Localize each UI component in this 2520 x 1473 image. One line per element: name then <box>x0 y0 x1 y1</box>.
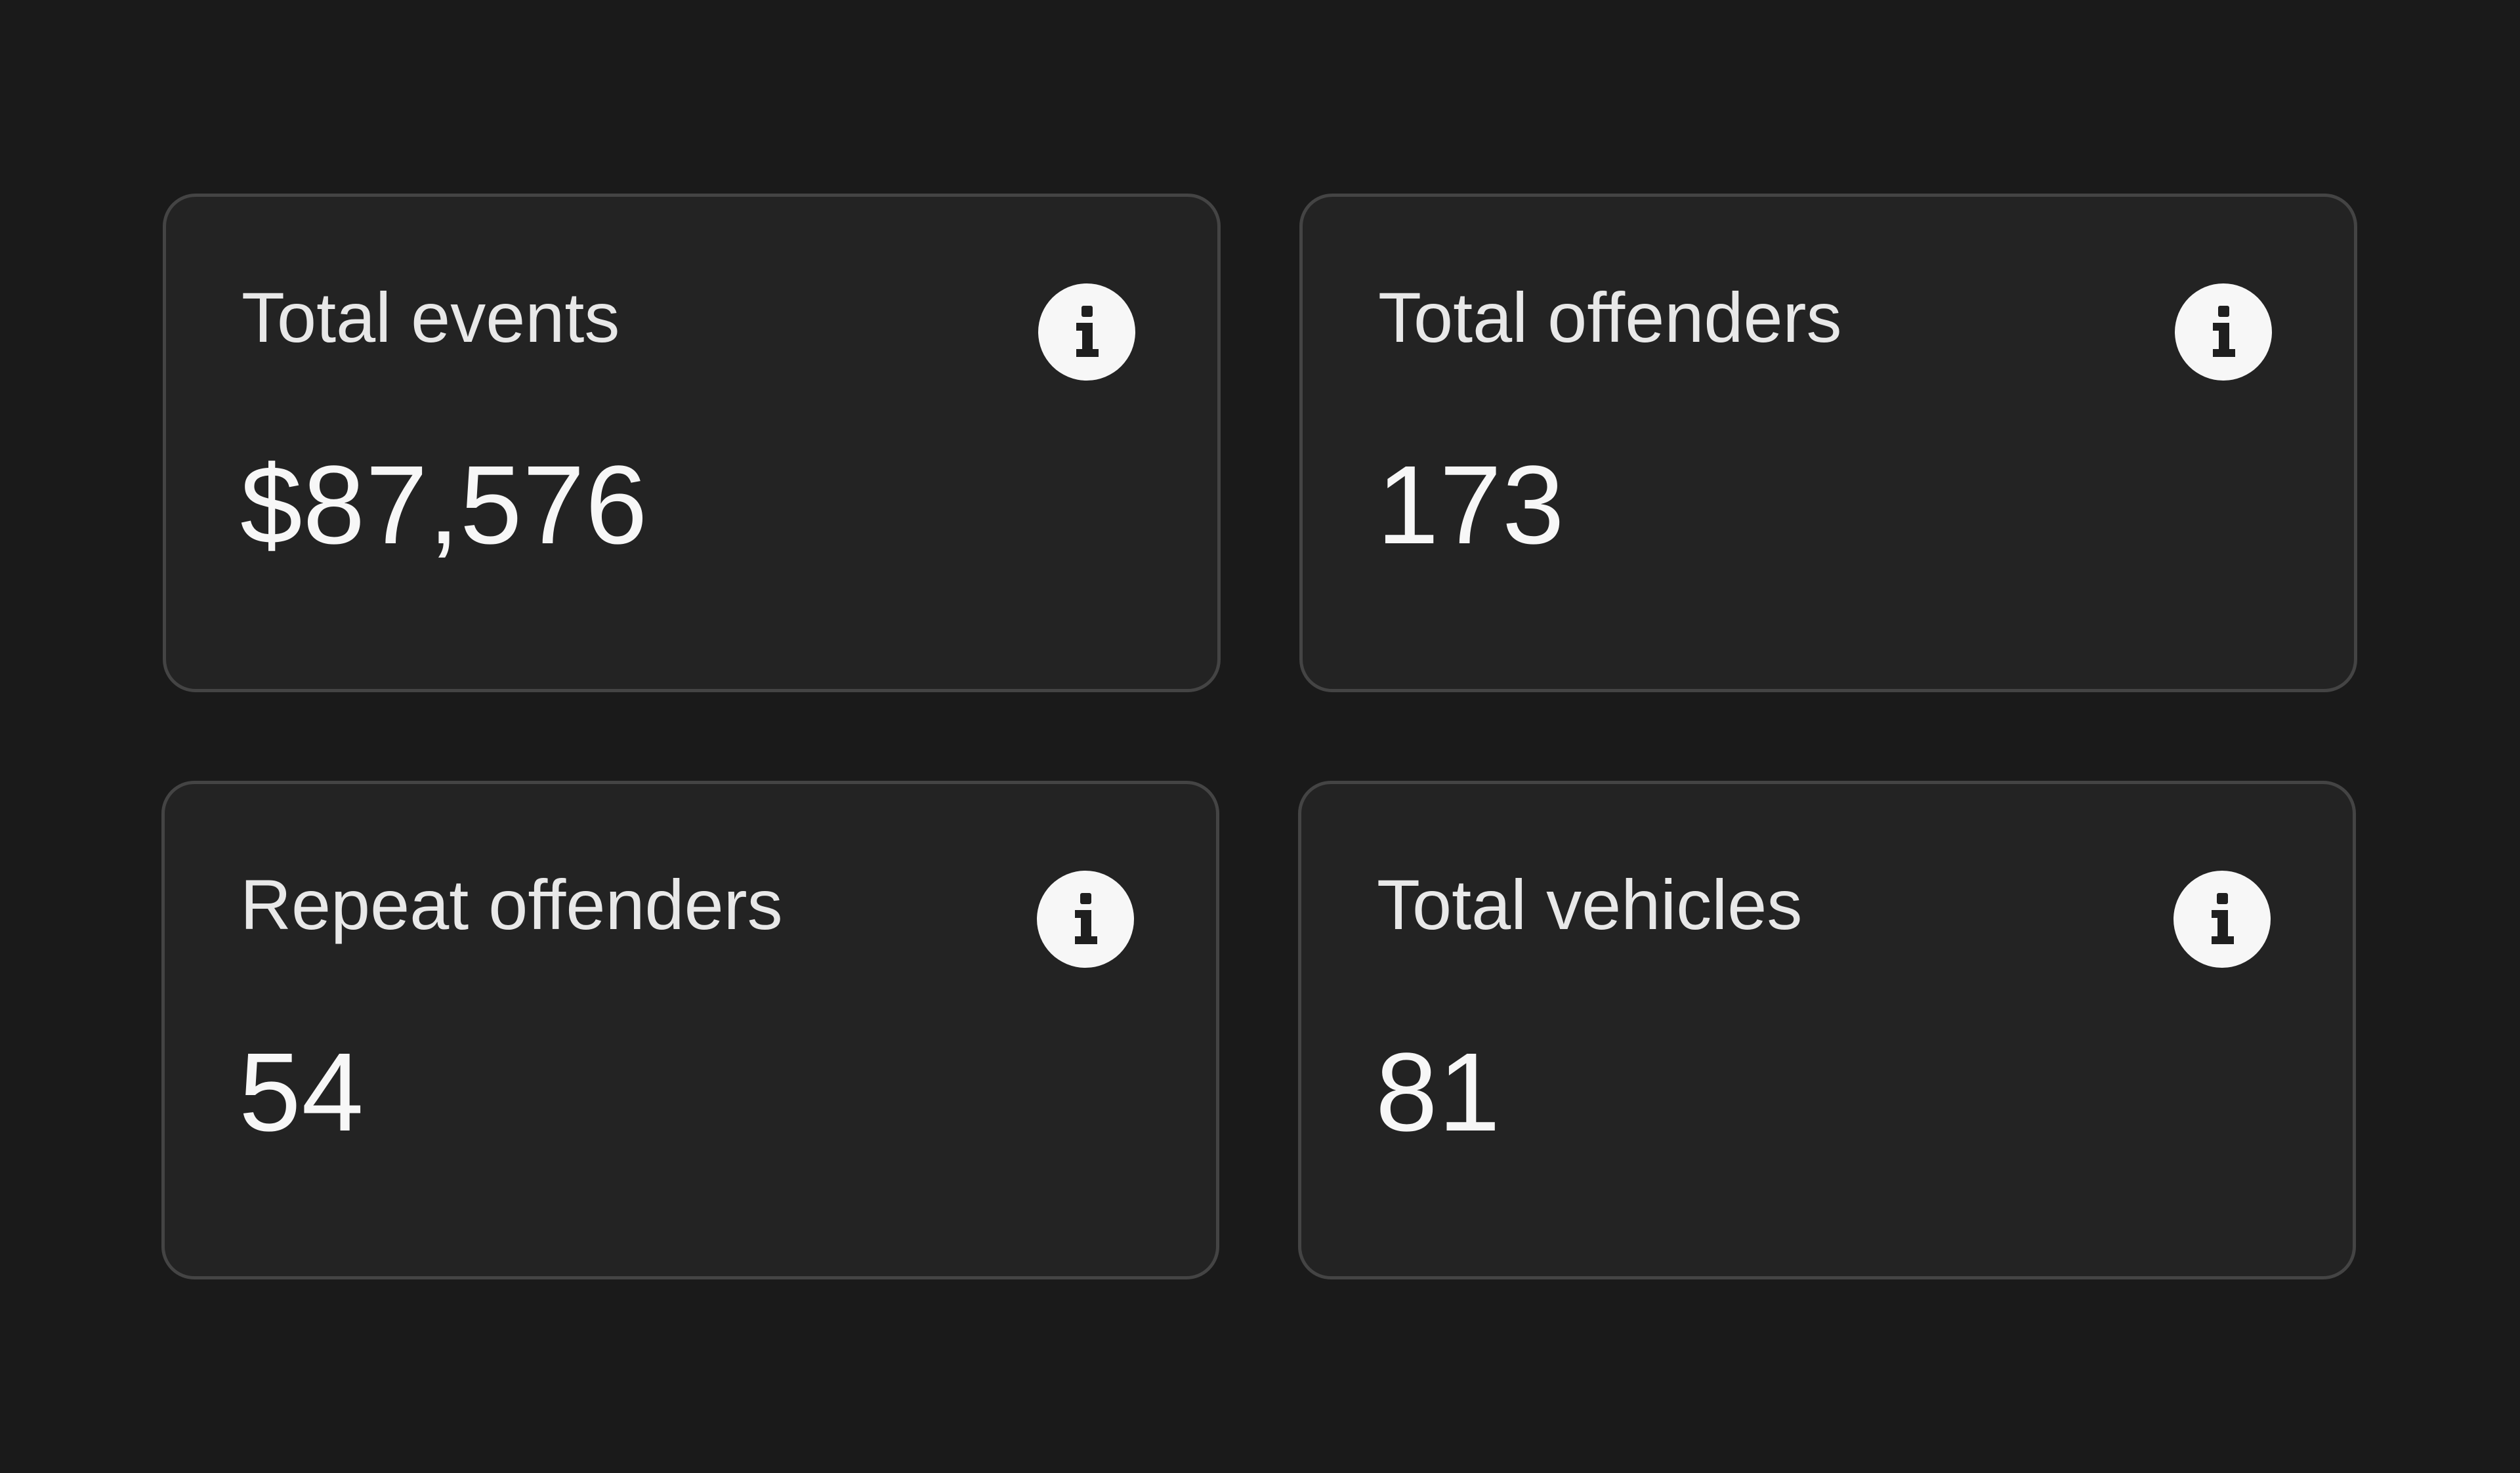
stats-grid: Total events $87,576 Total offenders 173… <box>0 0 2520 1473</box>
stat-label: Total vehicles <box>1377 865 1803 944</box>
info-button[interactable] <box>2174 871 2271 968</box>
stat-card-repeat-offenders: Repeat offenders 54 <box>161 781 1219 1279</box>
info-icon <box>2213 306 2235 357</box>
stat-card-total-offenders: Total offenders 173 <box>1299 194 2357 692</box>
stat-value: 54 <box>239 1030 365 1155</box>
info-icon <box>2212 893 2234 944</box>
info-icon <box>1076 306 1099 357</box>
stat-label: Total events <box>242 278 620 357</box>
stat-value: 81 <box>1376 1030 1502 1155</box>
info-icon <box>1075 893 1097 944</box>
stat-card-total-vehicles: Total vehicles 81 <box>1298 781 2356 1279</box>
info-button[interactable] <box>2175 283 2272 381</box>
stat-label: Total offenders <box>1378 278 1842 357</box>
stat-card-total-events: Total events $87,576 <box>163 194 1221 692</box>
info-button[interactable] <box>1038 283 1135 381</box>
stat-value: $87,576 <box>240 443 648 568</box>
stat-label: Repeat offenders <box>240 865 783 944</box>
stat-value: 173 <box>1377 443 1565 568</box>
info-button[interactable] <box>1037 871 1134 968</box>
